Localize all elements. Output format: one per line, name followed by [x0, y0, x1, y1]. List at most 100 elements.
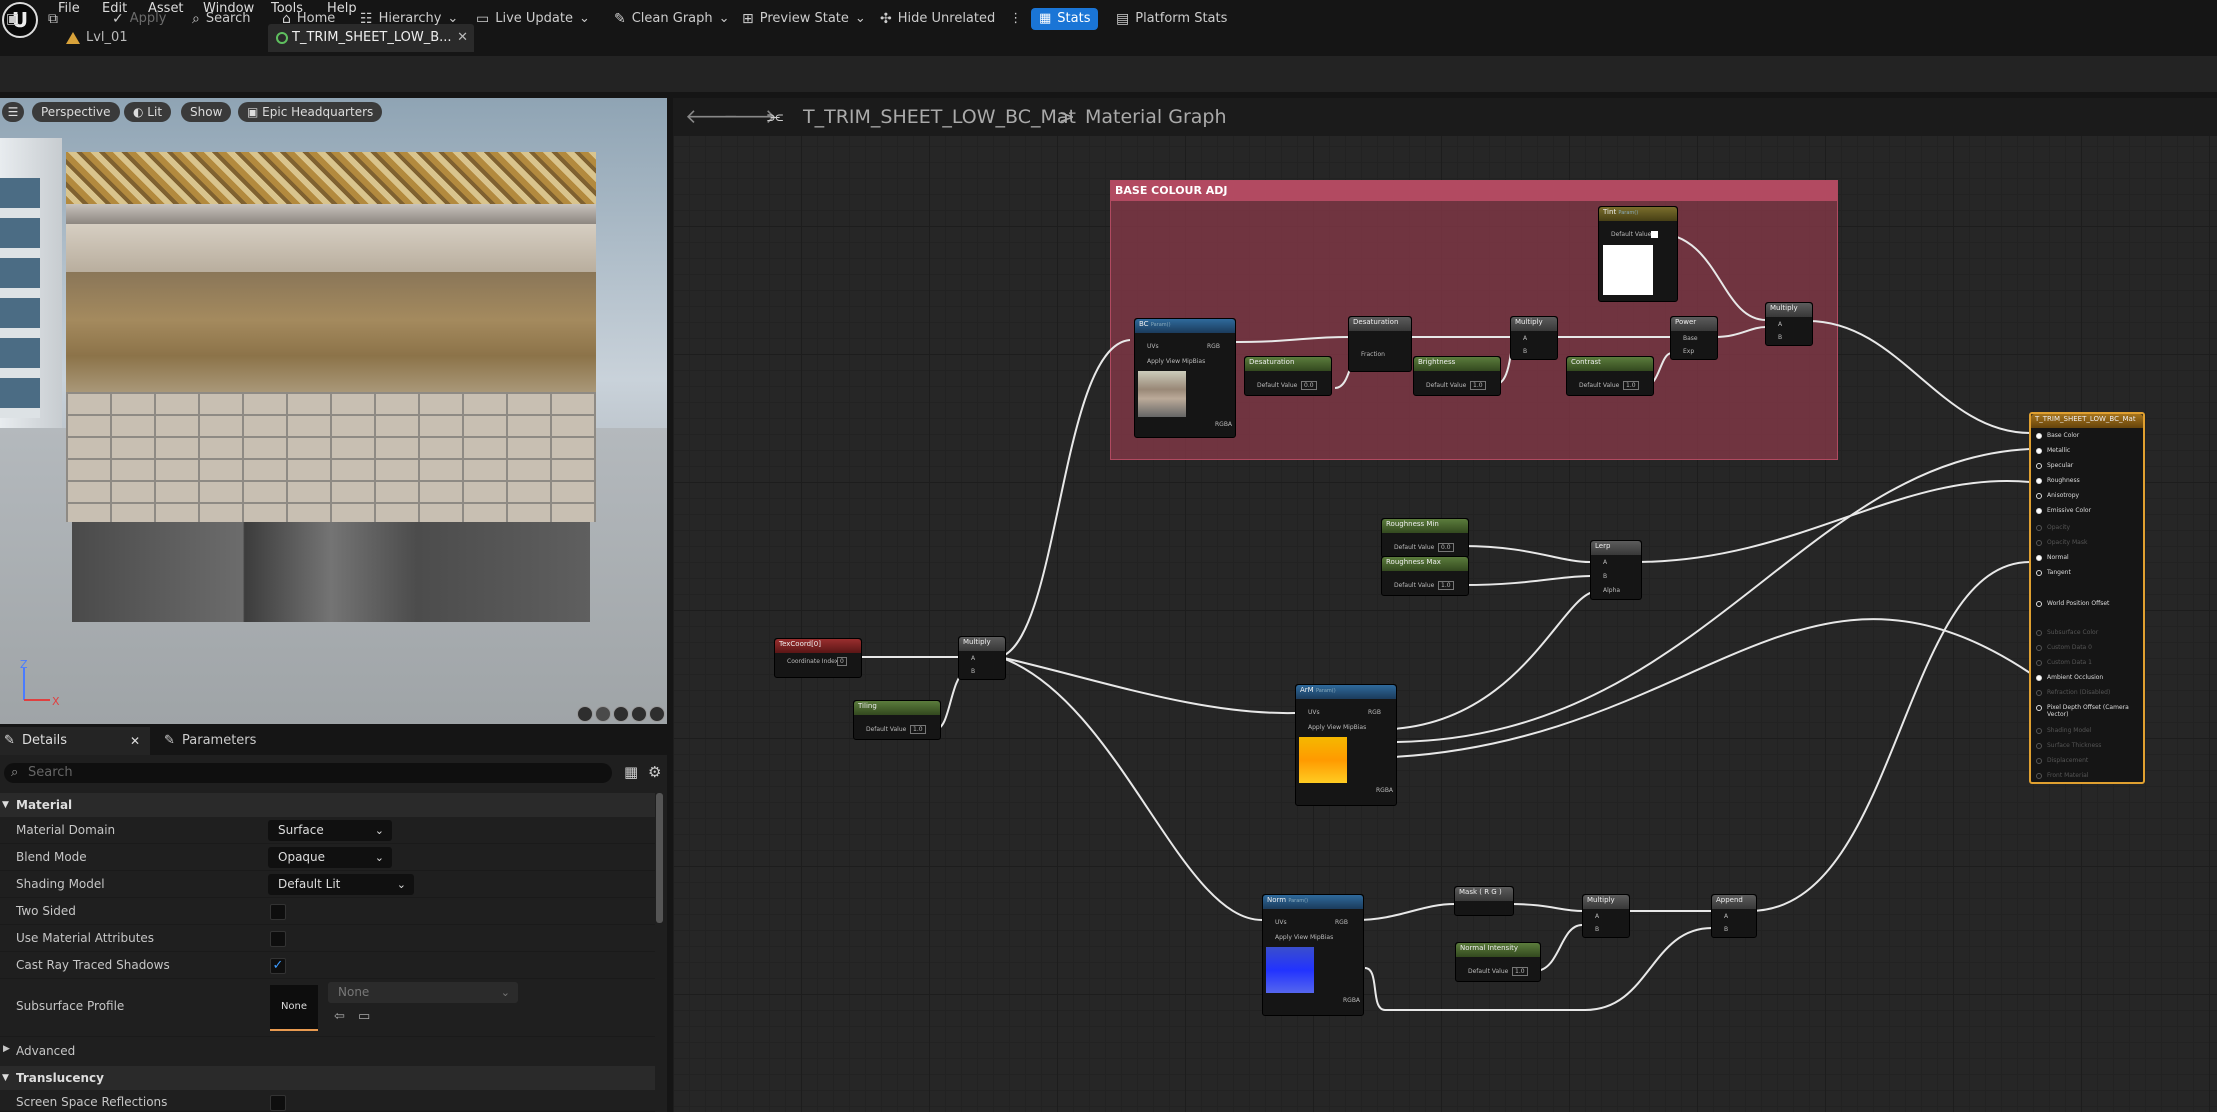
result-pin[interactable]: Custom Data 0 [2047, 644, 2092, 651]
result-pin-socket[interactable] [2036, 525, 2042, 531]
arm-rgba-pin[interactable]: RGBA [1376, 787, 1393, 794]
lerp-alpha-pin[interactable]: Alpha [1603, 587, 1620, 594]
arm-uvs-pin[interactable]: UVs [1308, 709, 1320, 716]
rmax-value[interactable]: 1.0 [1438, 581, 1454, 590]
norm-rgba-pin[interactable]: RGBA [1343, 997, 1360, 1004]
result-pin[interactable]: Opacity [2047, 524, 2070, 531]
tint-preview [1603, 245, 1653, 295]
result-pin[interactable]: Normal [2047, 554, 2069, 561]
norm-uvs-pin[interactable]: UVs [1275, 919, 1287, 926]
bc-rgb-pin[interactable]: RGB [1207, 343, 1220, 350]
desat-value[interactable]: 0.0 [1301, 381, 1317, 390]
result-pin[interactable]: Specular [2047, 462, 2073, 469]
node-arm[interactable]: ArM Param() UVs RGB Apply View MipBias R… [1295, 684, 1397, 806]
append-a-pin[interactable]: A [1724, 913, 1728, 920]
result-pin-socket[interactable] [2036, 675, 2042, 681]
norm-rgb-pin[interactable]: RGB [1335, 919, 1348, 926]
ni-value[interactable]: 1.0 [1512, 967, 1528, 976]
node-texcoord[interactable]: TexCoord[0] Coordinate Index 0 [774, 638, 862, 678]
desatfn-fraction-pin[interactable]: Fraction [1361, 351, 1385, 358]
multiplyn-a-pin[interactable]: A [1595, 913, 1599, 920]
result-pin[interactable]: Anisotropy [2047, 492, 2079, 499]
result-pin-socket[interactable] [2036, 758, 2042, 764]
result-pin-socket[interactable] [2036, 690, 2042, 696]
result-pin-socket[interactable] [2036, 570, 2042, 576]
multiply1-b-pin[interactable]: B [1523, 348, 1527, 355]
result-pin-socket[interactable] [2036, 540, 2042, 546]
result-pin-socket[interactable] [2036, 555, 2042, 561]
multiply2-b-pin[interactable]: B [1778, 334, 1782, 341]
result-pin-socket[interactable] [2036, 743, 2042, 749]
tint-color-swatch[interactable] [1651, 231, 1658, 238]
result-pin-socket[interactable] [2036, 508, 2042, 514]
node-multiply-normal[interactable]: Multiply A B [1582, 894, 1630, 938]
bc-rgba-pin[interactable]: RGBA [1215, 421, 1232, 428]
node-mask[interactable]: Mask ( R G ) [1454, 886, 1514, 916]
node-multiply-2[interactable]: Multiply A B [1765, 302, 1813, 346]
result-pin[interactable]: Emissive Color [2047, 507, 2091, 514]
result-pin-socket[interactable] [2036, 463, 2042, 469]
node-roughness-max[interactable]: Roughness Max Default Value 1.0 [1381, 556, 1469, 596]
result-pin-socket[interactable] [2036, 728, 2042, 734]
result-pin[interactable]: Ambient Occlusion [2047, 674, 2103, 681]
node-desaturation-fn[interactable]: Desaturation Fraction [1348, 316, 1412, 372]
node-roughness-min[interactable]: Roughness Min Default Value 0.0 [1381, 518, 1469, 558]
result-pin[interactable]: Roughness [2047, 477, 2080, 484]
result-pin-socket[interactable] [2036, 478, 2042, 484]
result-pin-socket[interactable] [2036, 493, 2042, 499]
node-desaturation-param[interactable]: Desaturation Default Value 0.0 [1244, 356, 1332, 396]
result-pin[interactable]: Shading Model [2047, 727, 2091, 734]
result-pin[interactable]: Surface Thickness [2047, 742, 2101, 749]
rmin-value[interactable]: 0.0 [1438, 543, 1454, 552]
result-pin-socket[interactable] [2036, 433, 2042, 439]
multiply2-a-pin[interactable]: A [1778, 321, 1782, 328]
arm-rgb-pin[interactable]: RGB [1368, 709, 1381, 716]
result-pin-socket[interactable] [2036, 601, 2042, 607]
result-pin[interactable]: Subsurface Color [2047, 629, 2098, 636]
node-power[interactable]: Power Base Exp [1670, 316, 1718, 360]
node-contrast[interactable]: Contrast Default Value 1.0 [1566, 356, 1654, 396]
node-multiply-uv[interactable]: Multiply A B [958, 636, 1006, 680]
result-pin[interactable]: Metallic [2047, 447, 2070, 454]
node-normal-intensity[interactable]: Normal Intensity Default Value 1.0 [1455, 942, 1541, 982]
result-pin[interactable]: Tangent [2047, 569, 2071, 576]
node-result[interactable]: T_TRIM_SHEET_LOW_BC_Mat Base Color Metall… [2029, 412, 2145, 784]
node-multiply-1[interactable]: Multiply A B [1510, 316, 1558, 360]
result-pin[interactable]: Opacity Mask [2047, 539, 2087, 546]
result-pin[interactable]: Base Color [2047, 432, 2079, 439]
lerp-a-pin[interactable]: A [1603, 559, 1607, 566]
append-b-pin[interactable]: B [1724, 926, 1728, 933]
node-tint[interactable]: Tint Param() Default Value [1598, 206, 1678, 302]
result-pin-socket[interactable] [2036, 705, 2042, 711]
result-pin[interactable]: Refraction (Disabled) [2047, 689, 2110, 696]
node-lerp[interactable]: Lerp A B Alpha [1590, 540, 1642, 600]
result-pin[interactable]: Front Material [2047, 772, 2088, 779]
tiling-value[interactable]: 1.0 [910, 725, 926, 734]
node-tiling[interactable]: Tiling Default Value 1.0 [853, 700, 941, 740]
bright-value[interactable]: 1.0 [1470, 381, 1486, 390]
node-bc[interactable]: BC Param() UVs RGB Apply View MipBias RG… [1134, 318, 1236, 438]
node-brightness[interactable]: Brightness Default Value 1.0 [1413, 356, 1501, 396]
node-append[interactable]: Append A B [1711, 894, 1757, 938]
bc-uvs-pin[interactable]: UVs [1147, 343, 1159, 350]
multiplyuv-b-pin[interactable]: B [971, 668, 975, 675]
result-pin-socket[interactable] [2036, 660, 2042, 666]
power-exp-pin[interactable]: Exp [1683, 348, 1694, 355]
result-pin[interactable]: Displacement [2047, 757, 2088, 764]
power-base-pin[interactable]: Base [1683, 335, 1698, 342]
result-pin-socket[interactable] [2036, 448, 2042, 454]
multiplyn-b-pin[interactable]: B [1595, 926, 1599, 933]
node-mask-title: Mask ( R G ) [1455, 887, 1513, 901]
node-norm[interactable]: Norm Param() UVs RGB Apply View MipBias … [1262, 894, 1364, 1016]
result-pin-socket[interactable] [2036, 645, 2042, 651]
result-pin[interactable]: Custom Data 1 [2047, 659, 2092, 666]
texcoord-index-value[interactable]: 0 [837, 657, 847, 666]
result-pin[interactable]: Pixel Depth Offset (Camera Vector) [2047, 704, 2143, 718]
contrast-value[interactable]: 1.0 [1623, 381, 1639, 390]
result-pin[interactable]: World Position Offset [2047, 600, 2109, 607]
result-pin-socket[interactable] [2036, 773, 2042, 779]
lerp-b-pin[interactable]: B [1603, 573, 1607, 580]
multiplyuv-a-pin[interactable]: A [971, 655, 975, 662]
result-pin-socket[interactable] [2036, 630, 2042, 636]
multiply1-a-pin[interactable]: A [1523, 335, 1527, 342]
